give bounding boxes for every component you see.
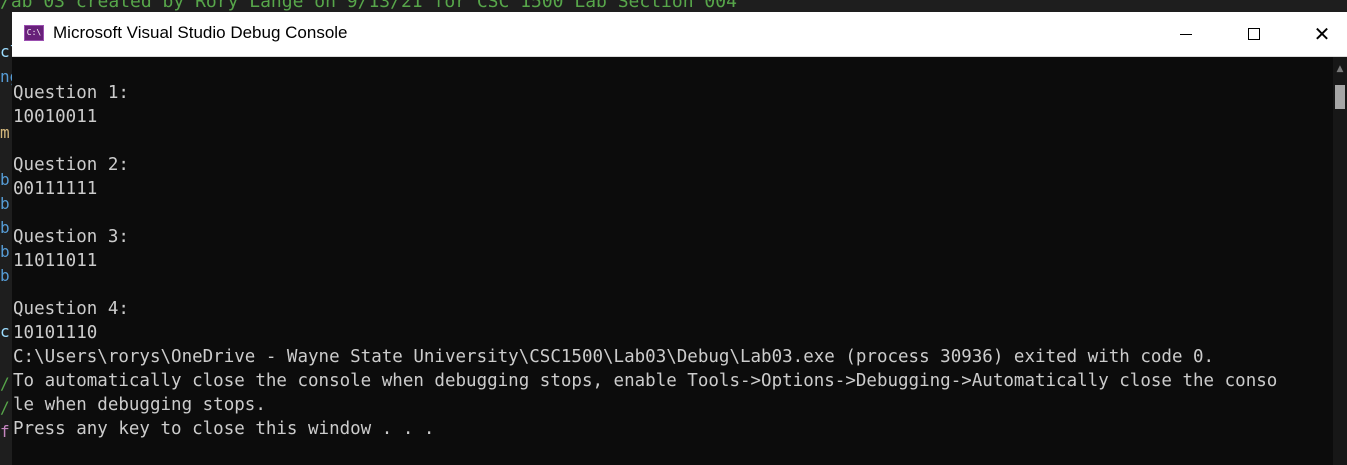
- title-bar[interactable]: C:\ Microsoft Visual Studio Debug Consol…: [12, 12, 1347, 57]
- minimize-icon: [1180, 33, 1192, 35]
- maximize-icon: [1248, 28, 1260, 40]
- vertical-scrollbar[interactable]: ▲: [1333, 57, 1347, 465]
- editor-background-top: /ab 03 created by Rory Lange on 9/13/21 …: [0, 0, 1347, 12]
- console-line: Question 1:: [13, 83, 129, 103]
- close-button[interactable]: ✕: [1299, 12, 1345, 56]
- console-line: Press any key to close this window . . .: [13, 419, 435, 439]
- editor-gutter-char: f: [0, 422, 10, 441]
- editor-comment-line: /ab 03 created by Rory Lange on 9/13/21 …: [0, 0, 737, 12]
- console-app-icon: C:\: [24, 25, 44, 41]
- editor-gutter-char: b: [0, 194, 10, 213]
- console-line: 00111111: [13, 179, 98, 199]
- editor-gutter-char: /: [0, 374, 10, 393]
- editor-gutter-char: b: [0, 266, 10, 285]
- console-line: 10010011: [13, 107, 98, 127]
- editor-gutter-char: b: [0, 170, 10, 189]
- console-output-text: Question 1: 10010011 Question 2: 0011111…: [12, 57, 1333, 441]
- console-output-area[interactable]: Question 1: 10010011 Question 2: 0011111…: [12, 57, 1333, 465]
- editor-gutter-char: b: [0, 218, 10, 237]
- console-line: To automatically close the console when …: [13, 371, 1278, 391]
- console-line: Question 3:: [13, 227, 129, 247]
- console-line: le when debugging stops.: [13, 395, 266, 415]
- console-line: 11011011: [13, 251, 98, 271]
- console-line: 10101110: [13, 323, 98, 343]
- editor-gutter-char: /: [0, 398, 10, 417]
- editor-gutter-char: m: [0, 123, 10, 142]
- console-line: Question 2:: [13, 155, 129, 175]
- editor-gutter-char: b: [0, 242, 10, 261]
- editor-gutter-char: ng: [0, 67, 12, 86]
- close-icon: ✕: [1313, 22, 1331, 46]
- console-line: C:\Users\rorys\OneDrive - Wayne State Un…: [13, 347, 1215, 367]
- editor-gutter-char: c: [0, 322, 10, 341]
- debug-console-window: C:\ Microsoft Visual Studio Debug Consol…: [12, 12, 1347, 465]
- console-app-icon-label: C:\: [26, 28, 42, 37]
- window-title: Microsoft Visual Studio Debug Console: [53, 23, 348, 42]
- console-line: Question 4:: [13, 299, 129, 319]
- scrollbar-thumb[interactable]: [1335, 85, 1345, 109]
- editor-background-gutter: clngmbbbbbc//f: [0, 12, 12, 465]
- minimize-button[interactable]: [1163, 12, 1209, 56]
- maximize-button[interactable]: [1231, 12, 1277, 56]
- scroll-up-arrow-icon[interactable]: ▲: [1335, 65, 1345, 74]
- editor-gutter-char: cl: [0, 42, 12, 61]
